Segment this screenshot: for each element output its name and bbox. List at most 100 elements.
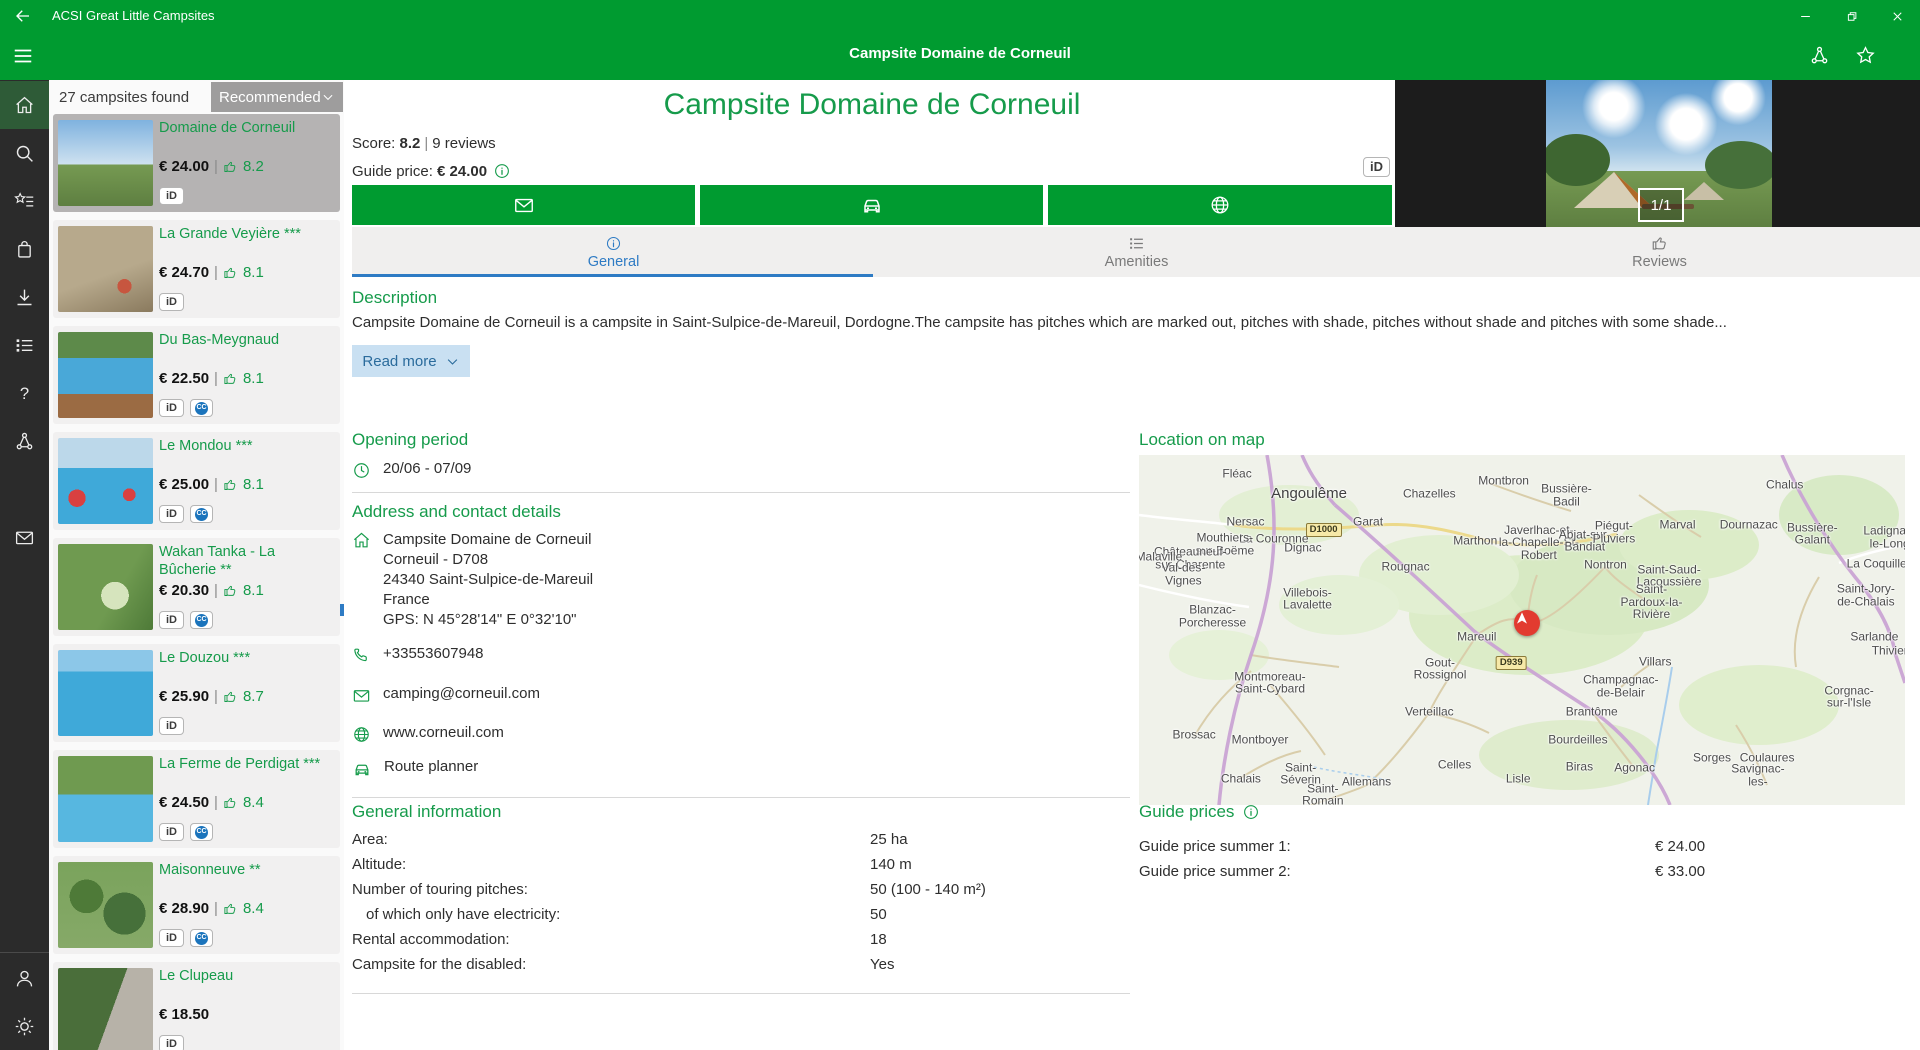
cc-disc: CC bbox=[195, 931, 208, 945]
id-badge: iD bbox=[159, 187, 184, 205]
sidebar-divider bbox=[0, 952, 49, 953]
address-line: Campsite Domaine de Corneuil bbox=[383, 531, 592, 548]
id-badge: iD bbox=[159, 823, 184, 841]
map-place-label: Brossac bbox=[1172, 727, 1216, 742]
id-badge: iD bbox=[159, 505, 184, 523]
campsite-name: La Grande Veyière *** bbox=[159, 226, 301, 242]
info-icon[interactable] bbox=[493, 162, 511, 180]
campsite-badges: iD CC bbox=[159, 929, 213, 947]
sidebar-item-mail[interactable] bbox=[0, 513, 49, 561]
list-icon bbox=[1128, 235, 1145, 252]
restore-button[interactable] bbox=[1828, 0, 1874, 32]
info-icon[interactable] bbox=[1242, 803, 1260, 821]
campsite-list-item[interactable]: La Grande Veyière *** € 24.70 | 8.1 iD bbox=[53, 220, 340, 318]
map-place-label: Dournazac bbox=[1719, 517, 1778, 532]
address-row: Campsite Domaine de Corneuil Corneuil - D… bbox=[352, 530, 593, 630]
info-value: 140 m bbox=[870, 856, 912, 873]
campingcard-badge: CC bbox=[190, 399, 213, 417]
tab-bar: General Amenities Reviews bbox=[352, 227, 1920, 277]
campsite-rating: 8.4 bbox=[242, 900, 264, 917]
email-button[interactable] bbox=[352, 185, 695, 225]
map-place-label: Dignac bbox=[1284, 540, 1322, 555]
details-icon bbox=[14, 335, 35, 356]
route-planner-row[interactable]: Route planner bbox=[352, 758, 478, 779]
campsite-badges: iD bbox=[159, 293, 184, 311]
phone-row[interactable]: +33553607948 bbox=[352, 645, 484, 665]
campsite-rating: 8.4 bbox=[242, 794, 264, 811]
website-row[interactable]: www.corneuil.com bbox=[352, 724, 504, 744]
description-heading: Description bbox=[352, 288, 438, 307]
campsite-name: Wakan Tanka - La Bûcherie ** bbox=[159, 544, 276, 579]
tab-general[interactable]: General bbox=[352, 227, 875, 277]
sidebar-item-help[interactable] bbox=[0, 369, 49, 417]
community-icon bbox=[14, 479, 35, 500]
sort-dropdown[interactable]: Recommended bbox=[211, 82, 343, 112]
campsite-price-rating: € 28.90 | 8.4 bbox=[159, 900, 264, 917]
separator: | bbox=[214, 582, 218, 599]
website-button[interactable] bbox=[1048, 185, 1392, 225]
tab-amenities[interactable]: Amenities bbox=[875, 227, 1398, 277]
campsite-rating: 8.1 bbox=[242, 582, 264, 599]
campsite-badges: iD CC bbox=[159, 823, 213, 841]
campsite-list-item[interactable]: Domaine de Corneuil € 24.00 | 8.2 iD bbox=[53, 114, 340, 212]
sidebar-item-home[interactable] bbox=[0, 81, 49, 129]
close-button[interactable] bbox=[1874, 0, 1920, 32]
campsite-photo[interactable]: 1/1 bbox=[1546, 80, 1772, 227]
info-label: Number of touring pitches: bbox=[352, 881, 528, 898]
results-count: 27 campsites found bbox=[59, 89, 190, 106]
campsite-list-item[interactable]: Le Douzou *** € 25.90 | 8.7 iD bbox=[53, 644, 340, 742]
favorite-star-icon[interactable] bbox=[1855, 45, 1876, 66]
sidebar-item-details[interactable] bbox=[0, 321, 49, 369]
campingcard-badge: CC bbox=[190, 611, 213, 629]
read-more-button[interactable]: Read more bbox=[352, 345, 470, 377]
sidebar-item-favorites[interactable] bbox=[0, 177, 49, 225]
sidebar-item-settings[interactable] bbox=[0, 1002, 49, 1050]
campsite-list-item[interactable]: Le Clupeau € 18.50 iD bbox=[53, 962, 340, 1050]
website-url: www.corneuil.com bbox=[383, 724, 504, 741]
map-place-label: Garat bbox=[1353, 514, 1384, 529]
app-window: ACSI Great Little Campsites Campsite Dom… bbox=[0, 0, 1920, 1050]
campsite-price-rating: € 22.50 | 8.1 bbox=[159, 370, 264, 387]
phone-number: +33553607948 bbox=[383, 645, 484, 662]
campingcard-badge: CC bbox=[190, 505, 213, 523]
list-scrollbar-thumb[interactable] bbox=[340, 604, 344, 616]
campsite-list-item[interactable]: Le Mondou *** € 25.00 | 8.1 iD CC bbox=[53, 432, 340, 530]
minimize-button[interactable] bbox=[1782, 0, 1828, 32]
map-place-label: Brantôme bbox=[1565, 704, 1618, 719]
back-button[interactable] bbox=[14, 7, 32, 25]
location-map[interactable]: Fléac Angoulême Chazelles Montbron Bussière-… bbox=[1139, 455, 1905, 805]
map-place-label: Nersac bbox=[1226, 514, 1265, 529]
car-icon bbox=[860, 193, 884, 217]
home-icon bbox=[14, 95, 35, 116]
thumbs-up-icon bbox=[223, 901, 238, 916]
campsite-name: Maisonneuve ** bbox=[159, 862, 261, 878]
sidebar-item-community[interactable] bbox=[0, 465, 49, 513]
map-marker[interactable] bbox=[1513, 610, 1540, 636]
share-icon[interactable] bbox=[1809, 45, 1830, 66]
map-place-label: Val-des- Vignes bbox=[1161, 560, 1206, 587]
info-value: 25 ha bbox=[870, 831, 908, 848]
separator: | bbox=[214, 900, 218, 917]
email-row[interactable]: camping@corneuil.com bbox=[352, 685, 540, 705]
separator: | bbox=[214, 264, 218, 281]
sidebar-item-bag[interactable] bbox=[0, 225, 49, 273]
campsite-list-item[interactable]: Du Bas-Meygnaud € 22.50 | 8.1 iD CC bbox=[53, 326, 340, 424]
sidebar-item-download[interactable] bbox=[0, 273, 49, 321]
campsite-list-item[interactable]: Wakan Tanka - La Bûcherie ** € 20.30 | 8.1 i… bbox=[53, 538, 340, 636]
info-label: Area: bbox=[352, 831, 388, 848]
id-badge: iD bbox=[159, 929, 184, 947]
sidebar-item-account[interactable] bbox=[0, 954, 49, 1002]
campsite-price: € 20.30 bbox=[159, 582, 210, 599]
chevron-down-icon bbox=[321, 90, 335, 104]
route-button[interactable] bbox=[700, 185, 1043, 225]
help-icon bbox=[14, 383, 35, 404]
campsite-price-rating: € 18.50 bbox=[159, 1006, 209, 1023]
sidebar-item-share[interactable] bbox=[0, 417, 49, 465]
campsite-list-item[interactable]: Maisonneuve ** € 28.90 | 8.4 iD CC bbox=[53, 856, 340, 954]
campsite-price: € 18.50 bbox=[159, 1006, 210, 1023]
campsite-list-item[interactable]: La Ferme de Perdigat *** € 24.50 | 8.4 iD CC bbox=[53, 750, 340, 848]
map-place-label: Sarlande bbox=[1850, 629, 1899, 644]
sidebar-item-search[interactable] bbox=[0, 129, 49, 177]
tab-reviews[interactable]: Reviews bbox=[1398, 227, 1920, 277]
description-text: Campsite Domaine de Corneuil is a campsi… bbox=[352, 314, 1727, 331]
